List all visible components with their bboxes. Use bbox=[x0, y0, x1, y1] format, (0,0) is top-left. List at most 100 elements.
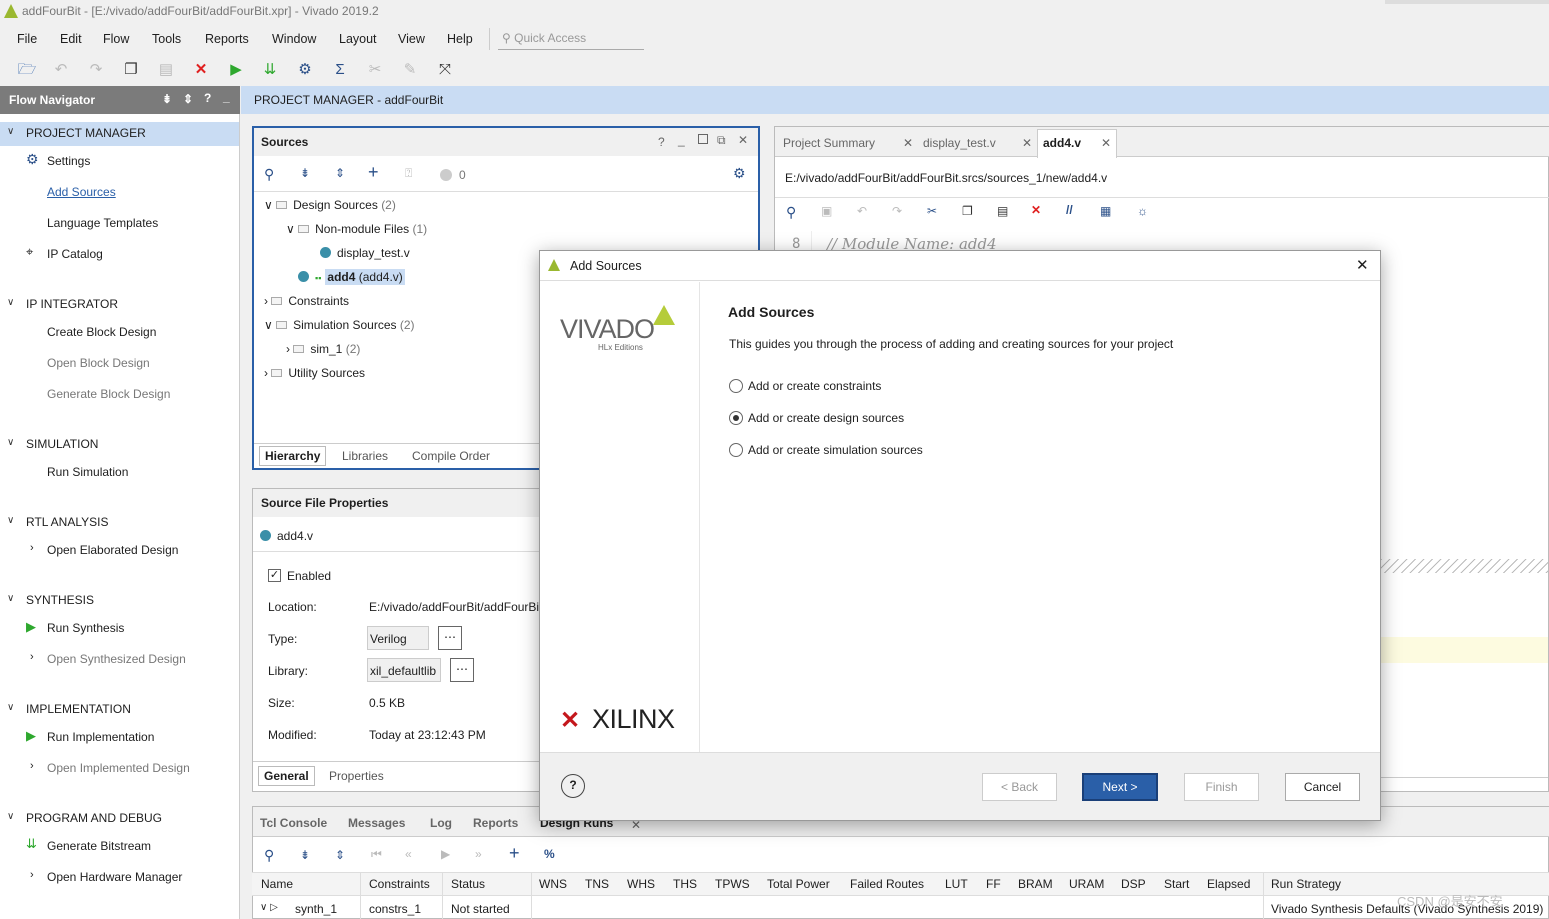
chevron-down-icon[interactable]: ∨ bbox=[7, 811, 14, 822]
chevron-down-icon[interactable]: ∨ bbox=[7, 515, 14, 526]
col-run-strategy[interactable]: Run Strategy bbox=[1271, 877, 1341, 891]
first-icon[interactable]: ⏮ bbox=[371, 847, 382, 862]
col-bram[interactable]: BRAM bbox=[1018, 877, 1053, 891]
section-program-and-debug[interactable]: PROGRAM AND DEBUG bbox=[26, 811, 162, 825]
percent-icon[interactable]: % bbox=[544, 847, 555, 861]
tab-hierarchy[interactable]: Hierarchy bbox=[259, 446, 327, 466]
col-tns[interactable]: TNS bbox=[585, 877, 609, 891]
help-icon[interactable]: ? bbox=[561, 774, 585, 798]
settings-gear-icon[interactable]: ⚙ bbox=[295, 60, 315, 80]
chevron-right-icon[interactable]: › bbox=[30, 760, 34, 772]
lightbulb-icon[interactable]: ☼ bbox=[1137, 204, 1148, 218]
run-icon[interactable]: ▶ bbox=[226, 60, 246, 80]
col-start[interactable]: Start bbox=[1164, 877, 1189, 891]
tab-tcl-console[interactable]: Tcl Console bbox=[260, 816, 327, 830]
nav-generate-bitstream[interactable]: Generate Bitstream bbox=[47, 839, 151, 853]
col-dsp[interactable]: DSP bbox=[1121, 877, 1146, 891]
cross-tool-icon[interactable]: ⤧ bbox=[435, 60, 455, 80]
nav-run-synthesis[interactable]: Run Synthesis bbox=[47, 621, 124, 635]
float-icon[interactable]: ⧉ bbox=[717, 133, 726, 148]
menu-edit[interactable]: Edit bbox=[60, 32, 82, 46]
cut-icon[interactable]: ✂ bbox=[927, 204, 937, 218]
tab-libraries[interactable]: Libraries bbox=[342, 449, 388, 463]
enabled-checkbox[interactable]: ✓ bbox=[268, 569, 281, 582]
section-implementation[interactable]: IMPLEMENTATION bbox=[26, 702, 131, 716]
type-browse-button[interactable]: ⋯ bbox=[438, 626, 462, 650]
tree-non-module-files[interactable]: ∨ Non-module Files (1) bbox=[286, 222, 427, 236]
menu-view[interactable]: View bbox=[398, 32, 425, 46]
col-name[interactable]: Name bbox=[261, 877, 293, 891]
col-uram[interactable]: URAM bbox=[1069, 877, 1104, 891]
maximize-icon[interactable] bbox=[698, 134, 708, 144]
tab-general[interactable]: General bbox=[258, 766, 315, 786]
col-ths[interactable]: THS bbox=[673, 877, 697, 891]
close-icon[interactable]: ✕ bbox=[1022, 136, 1032, 150]
nav-language-templates[interactable]: Language Templates bbox=[47, 216, 158, 230]
col-lut[interactable]: LUT bbox=[945, 877, 968, 891]
back-button[interactable]: < Back bbox=[982, 773, 1057, 801]
delete-icon[interactable]: ✕ bbox=[1031, 203, 1041, 217]
expand-all-icon[interactable]: ⇕ bbox=[335, 848, 345, 862]
menu-file[interactable]: File bbox=[17, 32, 37, 46]
next-icon[interactable]: » bbox=[475, 847, 482, 861]
nav-run-implementation[interactable]: Run Implementation bbox=[47, 730, 154, 744]
section-synthesis[interactable]: SYNTHESIS bbox=[26, 593, 94, 607]
radio-design-sources[interactable] bbox=[729, 411, 743, 425]
menu-flow[interactable]: Flow bbox=[103, 32, 129, 46]
tree-add4[interactable]: ▪▪ add4 (add4.v) bbox=[298, 269, 405, 285]
add-icon[interactable]: + bbox=[368, 162, 379, 183]
save-icon[interactable]: ▣ bbox=[821, 204, 832, 218]
section-rtl-analysis[interactable]: RTL ANALYSIS bbox=[26, 515, 108, 529]
next-button[interactable]: Next > bbox=[1082, 773, 1158, 801]
chevron-down-icon[interactable]: ∨ ▷ bbox=[260, 902, 278, 913]
quick-access-input[interactable]: ⚲ Quick Access bbox=[498, 28, 644, 50]
radio-simulation-sources[interactable] bbox=[729, 443, 743, 457]
chevron-down-icon[interactable]: ∨ bbox=[7, 593, 14, 604]
nav-open-block-design[interactable]: Open Block Design bbox=[47, 356, 150, 370]
finish-button[interactable]: Finish bbox=[1184, 773, 1259, 801]
menu-layout[interactable]: Layout bbox=[339, 32, 377, 46]
col-wns[interactable]: WNS bbox=[539, 877, 567, 891]
tab-project-summary[interactable]: Project Summary bbox=[783, 136, 875, 150]
type-field[interactable]: Verilog bbox=[367, 626, 429, 650]
nav-ip-catalog[interactable]: IP Catalog bbox=[47, 247, 103, 261]
menu-tools[interactable]: Tools bbox=[152, 32, 181, 46]
pencil-icon[interactable]: ✎ bbox=[400, 60, 420, 80]
nav-add-sources[interactable]: Add Sources bbox=[47, 185, 116, 199]
option-constraints-label[interactable]: Add or create constraints bbox=[748, 379, 881, 393]
search-icon[interactable]: ⚲ bbox=[264, 847, 274, 864]
tree-design-sources[interactable]: ∨ Design Sources (2) bbox=[264, 198, 396, 212]
copy-icon[interactable]: ❐ bbox=[962, 204, 973, 218]
collapse-all-icon[interactable]: ⇟ bbox=[300, 848, 310, 862]
nav-generate-block-design[interactable]: Generate Block Design bbox=[47, 387, 170, 401]
nav-open-synthesized-design[interactable]: Open Synthesized Design bbox=[47, 652, 186, 666]
undo-icon[interactable]: ↶ bbox=[857, 204, 867, 218]
tab-properties[interactable]: Properties bbox=[329, 769, 384, 783]
copy-icon[interactable]: ❐ bbox=[121, 60, 141, 80]
nav-open-implemented-design[interactable]: Open Implemented Design bbox=[47, 761, 190, 775]
expand-all-icon[interactable]: ⇕ bbox=[335, 166, 345, 180]
tool-disabled-icon[interactable]: ✂ bbox=[365, 60, 385, 80]
section-ip-integrator[interactable]: IP INTEGRATOR bbox=[26, 297, 118, 311]
tab-reports[interactable]: Reports bbox=[473, 816, 518, 830]
library-field[interactable]: xil_defaultlib bbox=[367, 658, 441, 682]
tree-simulation-sources[interactable]: ∨ Simulation Sources (2) bbox=[264, 318, 415, 332]
collapse-all-icon[interactable]: ⇟ bbox=[300, 166, 310, 180]
option-simulation-sources-label[interactable]: Add or create simulation sources bbox=[748, 443, 923, 457]
chevron-right-icon[interactable]: › bbox=[30, 542, 34, 554]
close-icon[interactable]: ✕ bbox=[738, 133, 748, 147]
nav-settings[interactable]: Settings bbox=[47, 154, 90, 168]
chevron-down-icon[interactable]: ∨ bbox=[7, 702, 14, 713]
col-ff[interactable]: FF bbox=[986, 877, 1001, 891]
paste-icon[interactable]: ▤ bbox=[997, 204, 1008, 218]
col-total-power[interactable]: Total Power bbox=[767, 877, 830, 891]
properties-icon[interactable]: ⍰ bbox=[405, 166, 412, 181]
minimize-icon[interactable]: _ bbox=[678, 133, 685, 147]
section-simulation[interactable]: SIMULATION bbox=[26, 437, 98, 451]
tree-utility-sources[interactable]: › Utility Sources bbox=[264, 366, 365, 380]
nav-run-simulation[interactable]: Run Simulation bbox=[47, 465, 128, 479]
open-project-icon[interactable]: 🗁 bbox=[17, 60, 37, 80]
tree-sim-1[interactable]: › sim_1 (2) bbox=[286, 342, 360, 356]
tab-messages[interactable]: Messages bbox=[348, 816, 405, 830]
search-icon[interactable]: ⚲ bbox=[786, 204, 796, 221]
